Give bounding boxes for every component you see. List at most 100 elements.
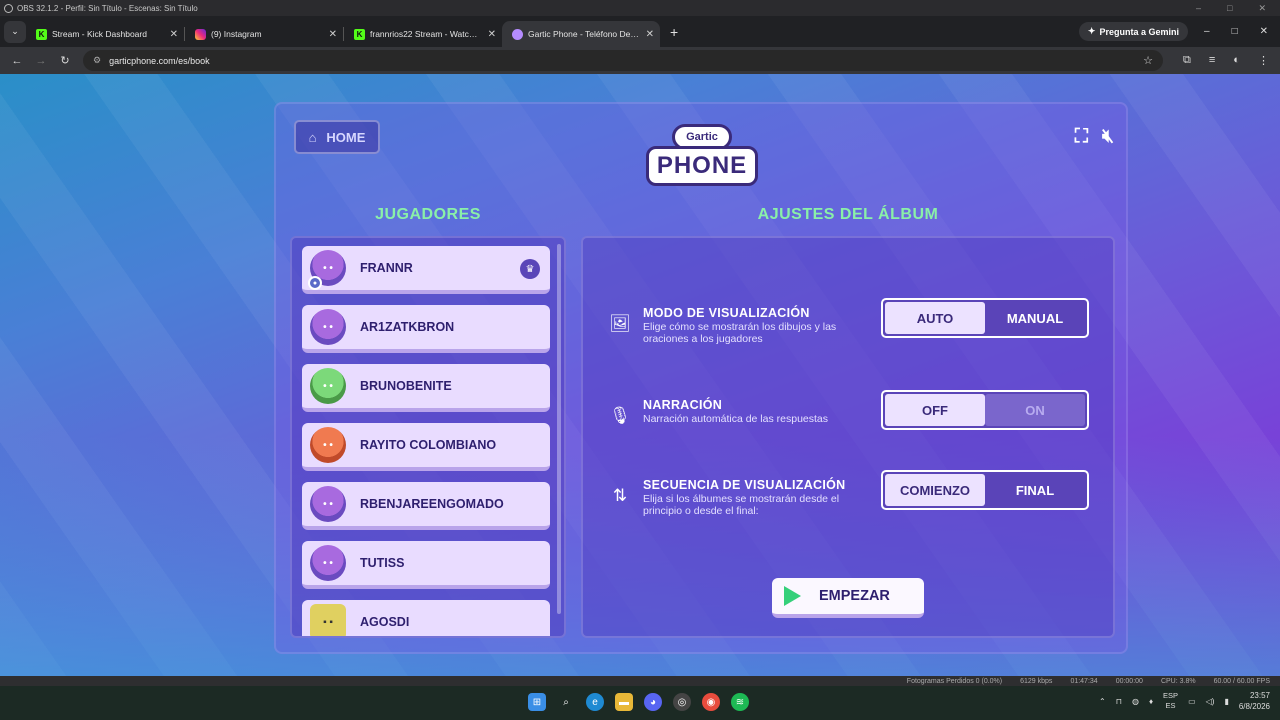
player-name: RBENJAREENGOMADO (360, 497, 504, 511)
browser-toolbar: ← → ↻ ⚙ garticphone.com/es/book ☆ ⧉ ≡ ◐ … (0, 47, 1280, 74)
obs-window-controls: – □ ✕ (1196, 3, 1280, 14)
profile-icon[interactable]: ◐ (1233, 54, 1240, 67)
back-arrow-icon[interactable]: ← (5, 55, 29, 67)
tab-instagram[interactable]: (9) Instagram ✕ (185, 21, 343, 47)
start-button[interactable]: EMPEZAR (772, 578, 924, 618)
tab-close-icon[interactable]: ✕ (488, 29, 496, 40)
clock[interactable]: 23:57 6/8/2026 (1239, 690, 1270, 712)
kick-icon: K (36, 28, 47, 40)
tab-search-button[interactable]: ⌄ (4, 20, 26, 43)
bookmark-star-icon[interactable]: ☆ (1143, 54, 1153, 67)
setting-description: Elija si los álbumes se mostrarán desde … (643, 493, 840, 517)
spotify-icon[interactable]: ≋ (731, 693, 749, 711)
reload-icon[interactable]: ↻ (53, 54, 77, 67)
avatar-face-icon: • • (323, 439, 333, 451)
option-off[interactable]: OFF (885, 394, 985, 426)
setting-title: MODO DE VISUALIZACIÓN (643, 306, 810, 320)
avatar-face-icon: • • (323, 262, 333, 274)
player-card: ▪ ▪ AGOSDI (302, 600, 550, 636)
edge-icon[interactable]: e (586, 693, 604, 711)
obs-icon[interactable]: ◎ (673, 693, 691, 711)
option-manual[interactable]: MANUAL (985, 302, 1085, 334)
reading-list-icon[interactable]: ≡ (1209, 54, 1215, 67)
forward-arrow-icon[interactable]: → (29, 55, 53, 67)
mute-icon[interactable]: 🔇︎ (1102, 126, 1114, 148)
player-name: RAYITO COLOMBIANO (360, 438, 497, 452)
tab-kick-stream[interactable]: K frannrios22 Stream - Watch Live ✕ (344, 21, 502, 47)
home-label: HOME (326, 129, 366, 145)
option-beginning[interactable]: COMIENZO (885, 474, 985, 506)
setting-title: NARRACIÓN (643, 398, 723, 412)
tab-close-icon[interactable]: ✕ (170, 29, 178, 40)
tab-gartic-phone[interactable]: Gartic Phone - Teléfono Descompuesto ✕ (502, 21, 660, 47)
avatar-face-icon: • • (323, 498, 333, 510)
microphone-icon: 🎙︎ (609, 406, 631, 425)
usb-icon[interactable]: ⊓ (1116, 697, 1122, 706)
option-auto[interactable]: AUTO (885, 302, 985, 334)
clock-date: 6/8/2026 (1238, 702, 1270, 711)
obs-title-bar: OBS 32.1.2 - Perfil: Sin Título - Escena… (0, 0, 1280, 16)
bitrate: 6129 kbps (1020, 677, 1053, 685)
players-scrollbar[interactable] (557, 244, 561, 614)
kick-icon: K (354, 28, 365, 40)
language-indicator[interactable]: ESP ES (1163, 691, 1178, 711)
volume-icon[interactable]: ◁) (1206, 697, 1215, 706)
logo-bottom-text: PHONE (646, 146, 758, 186)
obs-status-bar: Fotogramas Perdidos 0 (0.0%) 6129 kbps 0… (0, 676, 1280, 686)
players-list[interactable]: • • ● FRANNR ♛ • • AR1ZATKBRON • • BRUNO… (290, 236, 566, 638)
top-controls: ⛶ 🔇︎ (1075, 126, 1114, 148)
tab-close-icon[interactable]: ✕ (329, 29, 337, 40)
gemini-sparkle-icon: ✦ (1087, 26, 1096, 36)
chevron-up-icon[interactable]: ⌃ (1099, 697, 1106, 706)
player-card: • • ● FRANNR ♛ (302, 246, 550, 294)
maximize-icon[interactable]: □ (1227, 3, 1232, 14)
browser-window-controls: – □ ✕ (1204, 26, 1268, 37)
network-icon[interactable]: ▭ (1188, 697, 1196, 706)
display-mode-toggle: AUTO MANUAL (881, 298, 1089, 338)
album-settings: 🖼︎ MODO DE VISUALIZACIÓN Elige cómo se m… (581, 236, 1115, 638)
play-icon (784, 586, 801, 606)
security-icon[interactable]: ◍ (1132, 697, 1139, 706)
tab-kick-dashboard[interactable]: K Stream - Kick Dashboard ✕ (26, 21, 184, 47)
avatar: ▪ ▪ (310, 604, 346, 636)
fullscreen-icon[interactable]: ⛶ (1075, 126, 1088, 148)
minimize-icon[interactable]: – (1196, 3, 1201, 14)
site-info-icon[interactable]: ⚙ (93, 55, 101, 66)
system-tray: ⌃ ⊓ ◍ ♦ ESP ES ▭ ◁) ▮ 23:57 6/8/2026 (1099, 690, 1270, 712)
extensions-icon[interactable]: ⧉ (1183, 54, 1191, 67)
battery-icon[interactable]: ▮ (1224, 697, 1228, 706)
search-icon[interactable]: ⌕ (557, 693, 575, 711)
option-on[interactable]: ON (985, 394, 1085, 426)
tab-label: Stream - Kick Dashboard (52, 29, 147, 39)
stream-time: 01:47:34 (1070, 677, 1098, 685)
fps: 60.00 / 60.00 FPS (1213, 677, 1270, 685)
windows-start-icon[interactable]: ⊞ (528, 693, 546, 711)
lobby-panel: ⌂ HOME Gartic PHONE ⛶ 🔇︎ JUGADORES AJUST… (274, 102, 1128, 654)
obs-title: OBS 32.1.2 - Perfil: Sin Título - Escena… (17, 3, 198, 13)
menu-dots-icon[interactable]: ⋮ (1258, 54, 1269, 67)
avatar-face-icon: • • (323, 321, 333, 333)
close-icon[interactable]: ✕ (1258, 3, 1266, 14)
minimize-icon[interactable]: – (1204, 26, 1210, 37)
address-bar[interactable]: ⚙ garticphone.com/es/book ☆ (83, 50, 1163, 71)
setting-description: Elige cómo se mostrarán los dibujos y la… (643, 321, 837, 345)
close-icon[interactable]: ✕ (1260, 26, 1268, 37)
avatar: • • (310, 368, 346, 404)
microphone-icon[interactable]: ♦ (1149, 697, 1153, 706)
cpu-usage: CPU: 3.8% (1160, 677, 1196, 685)
lang-bottom: ES (1165, 701, 1176, 710)
avatar: • • ● (308, 250, 346, 290)
tab-close-icon[interactable]: ✕ (646, 29, 654, 40)
gemini-button[interactable]: ✦ Pregunta a Gemini (1078, 22, 1188, 41)
start-label: EMPEZAR (819, 588, 890, 604)
url-text: garticphone.com/es/book (109, 55, 210, 66)
avatar: • • (310, 309, 346, 345)
new-tab-button[interactable]: + (670, 24, 678, 40)
file-explorer-icon[interactable]: ▬ (615, 693, 633, 711)
discord-icon[interactable]: ◕ (644, 693, 662, 711)
chrome-icon[interactable]: ◉ (702, 693, 720, 711)
setting-description: Narración automática de las respuestas (643, 413, 829, 425)
maximize-icon[interactable]: □ (1232, 26, 1238, 37)
home-button[interactable]: ⌂ HOME (294, 120, 380, 154)
option-end[interactable]: FINAL (985, 474, 1085, 506)
